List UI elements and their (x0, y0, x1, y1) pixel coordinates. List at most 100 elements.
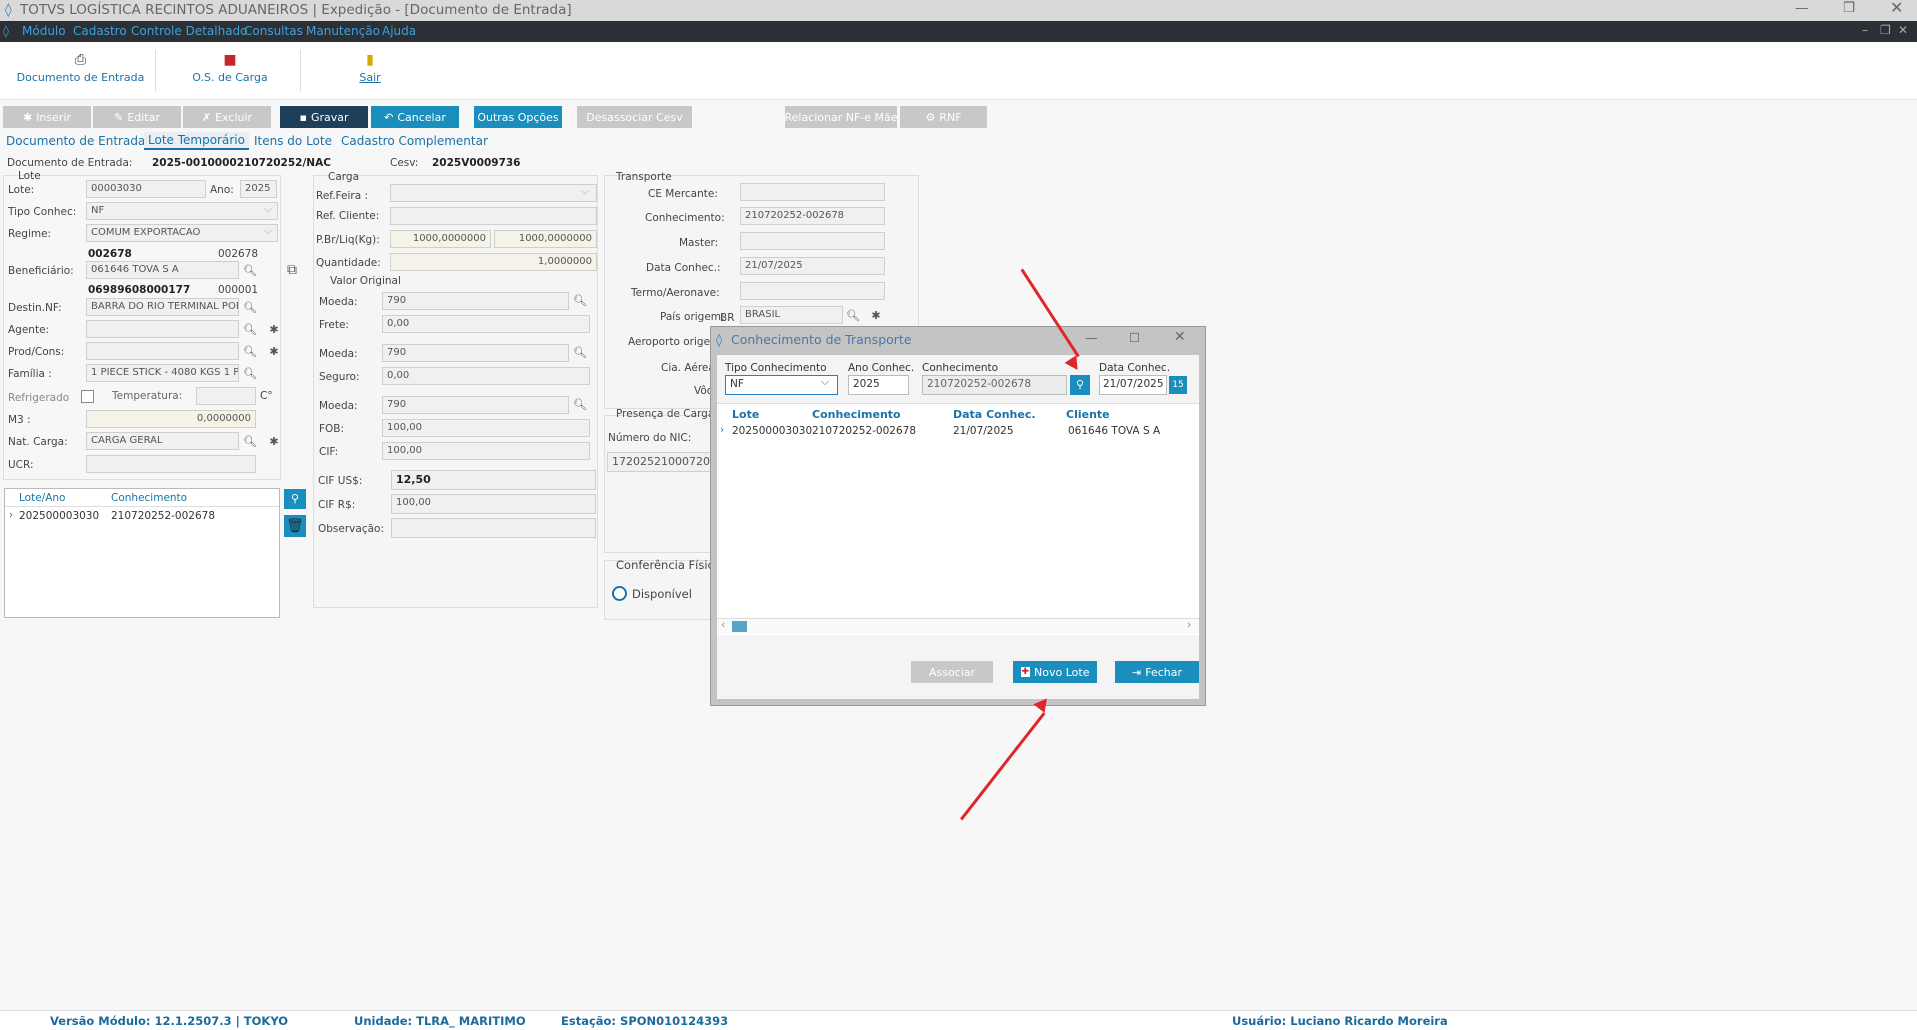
menu-manutencao[interactable]: Manutenção (306, 24, 380, 38)
close-icon[interactable]: ✕ (1890, 0, 1903, 17)
search-icon[interactable]: 🔍︎ (242, 299, 258, 315)
table-row[interactable]: › 202500003030 210720252-002678 21/07/20… (717, 424, 1199, 440)
search-icon[interactable]: 🔍︎ (242, 262, 258, 278)
dialog-minimize-icon[interactable]: — (1085, 330, 1098, 345)
frete-field[interactable]: 0,00 (382, 315, 590, 333)
associar-button[interactable]: Associar (911, 661, 993, 683)
table-row[interactable]: › 202500003030 210720252-002678 (5, 508, 261, 524)
nic-field[interactable]: 17202521000720 (607, 452, 717, 472)
excluir-button[interactable]: ✗ Excluir (183, 106, 271, 128)
ce-mercante-field[interactable] (740, 183, 885, 201)
menu-ajuda[interactable]: Ajuda (382, 24, 416, 38)
temperatura-field[interactable] (196, 387, 256, 405)
search-icon[interactable]: 🔍︎ (572, 396, 588, 412)
m3-field[interactable]: 0,0000000 (86, 410, 256, 428)
search-icon[interactable]: 🔍︎ (242, 433, 258, 449)
grid-delete-button[interactable]: 🗑︎ (284, 515, 306, 537)
fechar-button[interactable]: ⇥ Fechar (1115, 661, 1199, 683)
novo-lote-button[interactable]: ✚ Novo Lote (1013, 661, 1097, 683)
ano-conhec-field[interactable]: 2025 (848, 375, 909, 395)
ref-feira-select[interactable] (390, 184, 597, 202)
copy-icon[interactable]: ⧉ (284, 262, 300, 278)
search-icon[interactable]: 🔍︎ (242, 343, 258, 359)
conhecimento-field-dlg[interactable]: 210720252-002678 (922, 375, 1067, 395)
menu-cadastro[interactable]: Cadastro (73, 24, 127, 38)
data-conhec-field[interactable]: 21/07/2025 (740, 257, 885, 275)
sparkle-icon[interactable]: ✱ (266, 433, 282, 449)
moeda-field[interactable]: 790 (382, 292, 569, 310)
pais-origem-field[interactable]: BRASIL (740, 306, 843, 324)
conhecimento-field[interactable]: 210720252-002678 (740, 207, 885, 225)
menu-consultas[interactable]: Consultas (244, 24, 303, 38)
search-icon[interactable]: 🔍︎ (572, 292, 588, 308)
moeda-field-3[interactable]: 790 (382, 396, 569, 414)
scroll-thumb[interactable] (732, 621, 747, 632)
tab-cadastro-complementar[interactable]: Cadastro Complementar (341, 134, 488, 148)
regime-select[interactable]: COMUM EXPORTACAO (86, 224, 278, 242)
ref-cliente-field[interactable] (390, 207, 597, 225)
prod-cons-field[interactable] (86, 342, 239, 360)
fob-field[interactable]: 100,00 (382, 419, 590, 437)
mdi-close-icon[interactable]: ✕ (1898, 23, 1908, 37)
os-carga-button[interactable]: ■ O.S. de Carga (160, 52, 300, 92)
cancelar-button[interactable]: ↶ Cancelar (371, 106, 459, 128)
inserir-button[interactable]: ✱ Inserir (3, 106, 91, 128)
tipo-conhec-select[interactable]: NF (86, 202, 278, 220)
observacao-field[interactable] (391, 518, 596, 538)
dialog-close-icon[interactable]: ✕ (1174, 329, 1186, 345)
cif-rs-field[interactable]: 100,00 (391, 494, 596, 514)
menu-modulo[interactable]: Módulo (22, 24, 66, 38)
mdi-minimize-icon[interactable]: – (1862, 23, 1868, 37)
search-icon[interactable]: 🔍︎ (242, 321, 258, 337)
search-icon[interactable]: 🔍︎ (572, 344, 588, 360)
desassociar-cesv-button[interactable]: Desassociar Cesv (577, 106, 692, 128)
sparkle-icon[interactable]: ✱ (266, 343, 282, 359)
menu-controle[interactable]: Controle Detalhado (131, 24, 248, 38)
ucr-field[interactable] (86, 455, 256, 473)
editar-button[interactable]: ✎ Editar (93, 106, 181, 128)
master-field[interactable] (740, 232, 885, 250)
familia-field[interactable]: 1 PIECE STICK - 4080 KGS 1 P (86, 364, 239, 382)
disponivel-radio[interactable] (612, 586, 627, 601)
documento-entrada-button[interactable]: ⎙ Documento de Entrada (8, 52, 153, 92)
destin-nf-field[interactable]: BARRA DO RIO TERMINAL POR (86, 298, 239, 316)
sparkle-icon[interactable]: ✱ (868, 307, 884, 323)
beneficiario-field[interactable]: 061646 TOVA S A (86, 261, 239, 279)
termo-aeronave-field[interactable] (740, 282, 885, 300)
relacionar-nfe-button[interactable]: Relacionar NF-e Mãe (784, 106, 898, 128)
data-conhec-field-dlg[interactable]: 21/07/2025 (1099, 375, 1167, 395)
scroll-left-icon[interactable]: ‹ (721, 619, 725, 631)
gravar-button[interactable]: ▪ Gravar (280, 106, 368, 128)
scroll-right-icon[interactable]: › (1187, 619, 1191, 631)
peso-liquido-field[interactable]: 1000,0000000 (494, 230, 597, 248)
sparkle-icon[interactable]: ✱ (266, 321, 282, 337)
tab-documento-entrada[interactable]: Documento de Entrada (6, 134, 145, 148)
conhecimento-search-button[interactable]: ⚲ (1070, 375, 1090, 395)
calendar-icon[interactable]: 15 (1169, 376, 1187, 394)
sair-button[interactable]: ▮ Sair (320, 52, 420, 92)
cif-field[interactable]: 100,00 (382, 442, 590, 460)
search-icon[interactable]: 🔍︎ (845, 307, 861, 323)
refrigerado-checkbox[interactable] (81, 390, 94, 403)
nat-carga-field[interactable]: CARGA GERAL (86, 432, 239, 450)
tab-lote-temporario[interactable]: Lote Temporário (144, 132, 249, 150)
cif-us-field[interactable]: 12,50 (391, 470, 596, 490)
moeda-field-2[interactable]: 790 (382, 344, 569, 362)
ano-field[interactable]: 2025 (240, 180, 277, 198)
row-indicator-icon: › (9, 509, 14, 521)
rnf-button[interactable]: ⚙ RNF (900, 106, 987, 128)
horizontal-scrollbar[interactable]: ‹ › (717, 618, 1199, 634)
dialog-maximize-icon[interactable]: ☐ (1129, 330, 1140, 345)
restore-icon[interactable]: ❐ (1843, 0, 1855, 16)
lote-field[interactable]: 00003030 (86, 180, 206, 198)
grid-search-button[interactable]: ⚲ (284, 489, 306, 509)
outras-opcoes-button[interactable]: Outras Opções (474, 106, 562, 128)
peso-bruto-field[interactable]: 1000,0000000 (390, 230, 491, 248)
tab-itens-lote[interactable]: Itens do Lote (254, 134, 332, 148)
mdi-restore-icon[interactable]: ❐ (1880, 23, 1891, 37)
agente-field[interactable] (86, 320, 239, 338)
search-icon[interactable]: 🔍︎ (242, 365, 258, 381)
seguro-field[interactable]: 0,00 (382, 367, 590, 385)
quantidade-field[interactable]: 1,0000000 (390, 253, 597, 271)
minimize-icon[interactable]: — (1795, 0, 1809, 16)
